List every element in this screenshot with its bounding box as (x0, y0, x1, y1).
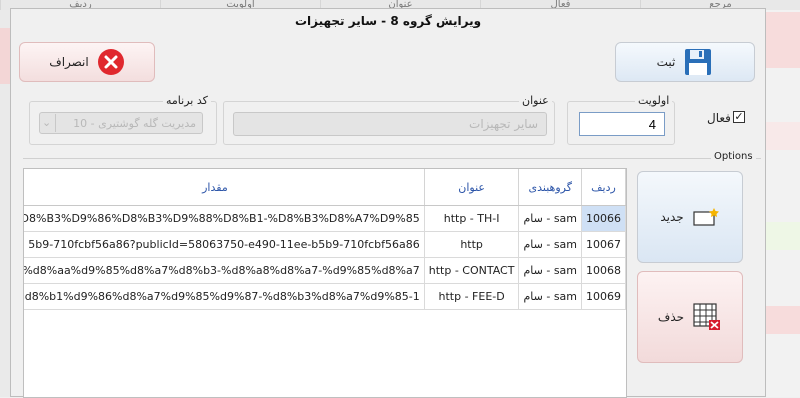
col-header-row-number[interactable]: ردیف (581, 169, 626, 206)
cancel-label: انصراف (49, 55, 89, 69)
new-label: جدید (660, 210, 684, 224)
table-row[interactable]: 10066 sam - سام http - TH-I %D8%B3%D9%86… (24, 205, 626, 232)
dialog-title: ویرایش گروه 8 - سایر تجهیزات (294, 14, 482, 28)
chevron-down-icon: ⌄ (42, 114, 57, 132)
title-cell[interactable]: http - FEE-D (424, 283, 520, 310)
table-row[interactable]: 10067 sam - سام http 5b9-710fcbf56a86?pu… (24, 231, 626, 258)
value-cell[interactable]: %D8%B3%D9%86%D8%B3%D9%88%D8%B1-%D8%B3%D8… (24, 205, 425, 232)
background-row-band (766, 40, 800, 68)
priority-input[interactable] (579, 112, 665, 136)
cancel-button[interactable]: انصراف (19, 42, 155, 82)
background-row-band (766, 122, 800, 150)
group-cell[interactable]: sam - سام (518, 283, 582, 310)
table-row[interactable]: 10069 sam - سام http - FEE-D %d8%b1%d9%8… (24, 283, 626, 310)
close-circle-icon (97, 49, 124, 75)
value-cell[interactable]: 5b9-710fcbf56a86?publicId=58063750-e490-… (24, 231, 425, 258)
group-cell[interactable]: sam - سام (518, 231, 582, 258)
group-cell[interactable]: sam - سام (518, 205, 582, 232)
col-header-value[interactable]: مقدار (24, 169, 425, 206)
col-header-group[interactable]: گروهبندی (518, 169, 582, 206)
background-row-band (766, 306, 800, 334)
program-code-label: کد برنامه (163, 94, 211, 107)
table-row[interactable]: 10068 sam - سام http - CONTACT ir/%d8%aa… (24, 257, 626, 284)
options-label: Options (711, 151, 756, 162)
active-label: فعال (707, 111, 731, 125)
edit-group-dialog: ویرایش گروه 8 - سایر تجهیزات انصراف ثبت … (10, 8, 766, 398)
title-cell[interactable]: http (424, 231, 520, 258)
delete-table-icon (693, 303, 721, 330)
group-cell[interactable]: sam - سام (518, 257, 582, 284)
background-row-band (766, 222, 800, 250)
value-cell[interactable]: ir/%d8%aa%d9%85%d8%a7%d8%b3-%d8%a8%d8%a7… (24, 257, 425, 284)
value-cell[interactable]: %d8%b1%d9%86%d8%a7%d9%85%d9%87-%d8%b3%d8… (24, 283, 425, 310)
active-checkbox[interactable]: ✓ (733, 111, 745, 123)
program-code-value: 10 - مدیریت گله گوشتیری (73, 116, 196, 130)
priority-label: اولویت (635, 94, 673, 107)
title-field[interactable]: سایر تجهیزات (233, 112, 547, 136)
background-row-band (766, 12, 800, 40)
values-table: ردیف گروهبندی عنوان مقدار 10066 sam - سا… (23, 168, 627, 398)
options-divider (23, 158, 761, 159)
background-right-strip (766, 10, 800, 397)
save-label: ثبت (656, 55, 676, 69)
title-cell[interactable]: http - TH-I (424, 205, 520, 232)
row-number-cell[interactable]: 10068 (581, 257, 626, 284)
values-grid: ردیف گروهبندی عنوان مقدار 10066 sam - سا… (24, 169, 626, 310)
row-number-cell[interactable]: 10066 (581, 205, 626, 232)
floppy-disk-icon (685, 49, 712, 75)
title-label: عنوان (519, 94, 552, 107)
delete-label: حذف (657, 310, 685, 324)
table-header-row: ردیف گروهبندی عنوان مقدار (24, 169, 626, 206)
row-number-cell[interactable]: 10067 (581, 231, 626, 258)
new-item-icon (693, 208, 719, 226)
title-cell[interactable]: http - CONTACT (424, 257, 520, 284)
delete-button[interactable]: حذف (637, 271, 743, 363)
new-button[interactable]: جدید (637, 171, 743, 263)
row-number-cell[interactable]: 10069 (581, 283, 626, 310)
program-code-select[interactable]: ⌄ 10 - مدیریت گله گوشتیری (39, 112, 203, 134)
save-button[interactable]: ثبت (615, 42, 755, 82)
col-header-title[interactable]: عنوان (424, 169, 520, 206)
